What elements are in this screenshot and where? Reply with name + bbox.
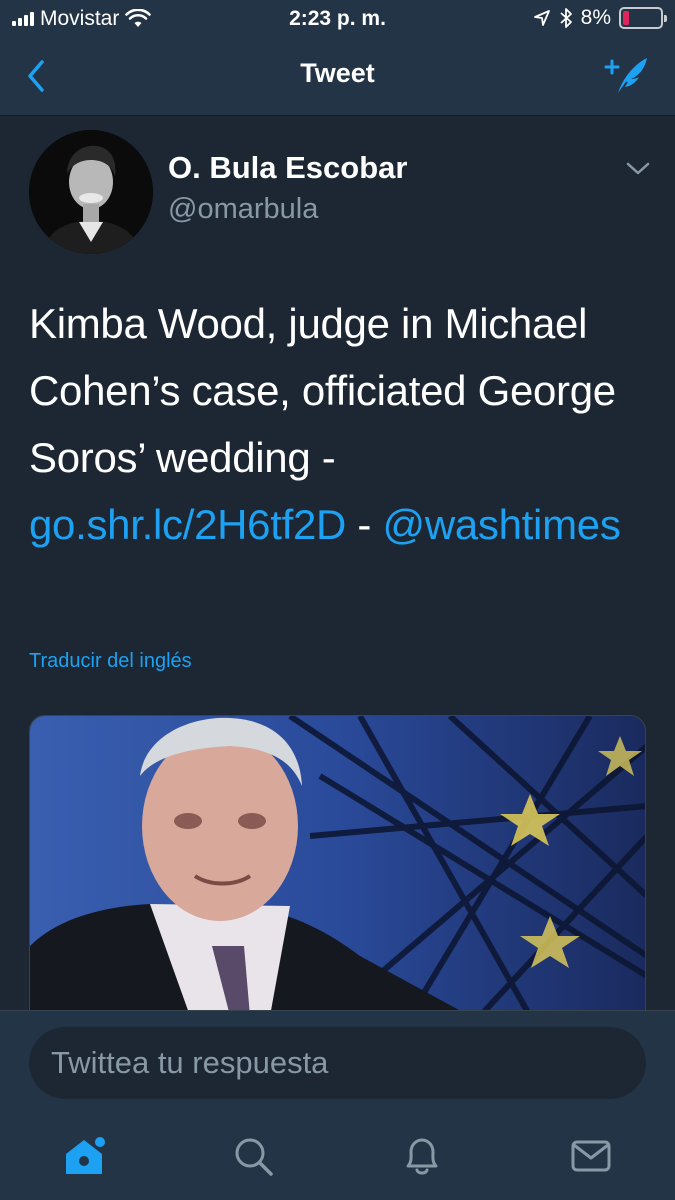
tweet-detail-screen: Movistar 2:23 p. m. 8% Tweet O. Bula Esc…: [0, 0, 675, 1200]
reply-area: [0, 1010, 675, 1114]
author-name[interactable]: O. Bula Escobar: [168, 150, 407, 186]
tweet-body-text: Kimba Wood, judge in Michael Cohen’s cas…: [29, 300, 616, 481]
home-icon[interactable]: [62, 1134, 106, 1178]
battery-icon: [619, 7, 667, 29]
avatar[interactable]: [29, 130, 153, 254]
tab-bar: [0, 1114, 675, 1200]
avatar-image: [29, 130, 153, 254]
battery-percent: 8%: [580, 6, 611, 29]
messages-icon[interactable]: [569, 1134, 613, 1178]
tweet-link[interactable]: go.shr.lc/2H6tf2D: [29, 501, 346, 548]
chevron-down-icon[interactable]: [624, 158, 652, 178]
page-title: Tweet: [300, 58, 375, 88]
battery-level-fill: [623, 11, 629, 25]
author-handle[interactable]: @omarbula: [168, 193, 318, 226]
search-icon[interactable]: [231, 1134, 275, 1178]
tweet-mention[interactable]: @washtimes: [383, 501, 621, 548]
card-photo: [30, 716, 645, 1014]
location-icon: [533, 10, 550, 26]
status-right: 8%: [533, 6, 667, 30]
link-card-image[interactable]: [29, 715, 646, 1015]
tweet-separator: -: [346, 501, 383, 548]
tweet-text: Kimba Wood, judge in Michael Cohen’s cas…: [29, 290, 649, 558]
navigation-bar: Tweet: [0, 36, 675, 116]
notifications-icon[interactable]: [400, 1134, 444, 1178]
reply-input[interactable]: [29, 1027, 646, 1099]
compose-tweet-icon[interactable]: [603, 54, 651, 100]
status-bar: Movistar 2:23 p. m. 8%: [0, 0, 675, 36]
bluetooth-icon: [560, 8, 572, 28]
translate-link[interactable]: Traducir del inglés: [29, 650, 192, 673]
